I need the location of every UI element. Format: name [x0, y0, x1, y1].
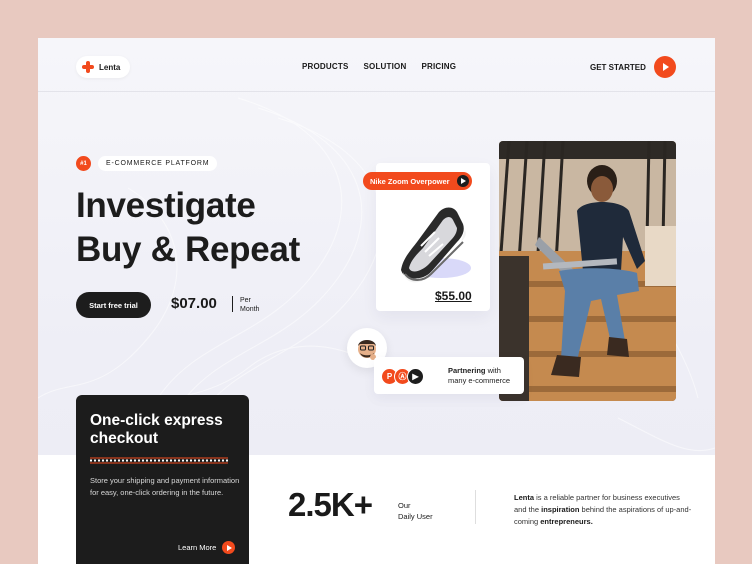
landing-page: Lenta PRODUCTS SOLUTION PRICING GET STAR… — [38, 38, 715, 564]
about-highlight-1: inspiration — [541, 505, 580, 514]
learn-more-label: Learn More — [178, 543, 217, 552]
partners-card[interactable]: P Ⓐ ▶ Partnering with many e-commerce — [374, 357, 524, 394]
hero-photo-man-with-laptop — [499, 141, 676, 401]
get-started-button[interactable]: GET STARTED — [590, 56, 676, 78]
price-period-line-2: Month — [240, 306, 260, 313]
plan-price: $07.00 — [171, 295, 217, 312]
price-period: Per Month — [240, 296, 259, 314]
partners-text: Partnering with many e-commerce — [448, 366, 510, 386]
partners-line-2: many e-commerce — [448, 376, 511, 385]
arrow-right-icon — [456, 175, 469, 187]
logo-cross-icon — [82, 61, 94, 73]
rank-badge: #1 — [76, 156, 91, 171]
hero-headline: Investigate Buy & Repeat — [76, 184, 300, 272]
price-period-line-1: Per — [240, 297, 251, 304]
stat-label-line-1: Our — [398, 501, 411, 510]
menu-item-pricing[interactable]: PRICING — [421, 62, 456, 71]
sneaker-image — [401, 207, 471, 283]
category-tag: E-COMMERCE PLATFORM — [98, 156, 218, 171]
about-text: Lenta is a reliable partner for business… — [514, 492, 694, 528]
decorative-stripe — [90, 457, 228, 464]
menu-item-products[interactable]: PRODUCTS — [302, 62, 349, 71]
menu-item-solution[interactable]: SOLUTION — [364, 62, 407, 71]
brand-name: Lenta — [99, 62, 121, 72]
headline-line-2: Buy & Repeat — [76, 230, 300, 269]
arrow-right-icon — [653, 56, 676, 78]
start-free-trial-button[interactable]: Start free trial — [76, 292, 151, 318]
partners-suffix: with — [485, 366, 501, 375]
partner-play-icon: ▶ — [407, 368, 424, 385]
about-highlight-2: entrepreneurs. — [540, 517, 593, 526]
brand-logo[interactable]: Lenta — [76, 56, 131, 78]
price-divider — [232, 296, 233, 312]
product-name: Nike Zoom Overpower — [370, 176, 450, 186]
about-brand: Lenta — [514, 493, 535, 502]
partners-title: Partnering — [448, 366, 486, 375]
product-price[interactable]: $55.00 — [435, 289, 472, 303]
headline-line-1: Investigate — [76, 186, 256, 225]
checkout-title: One-click express checkout — [90, 412, 223, 447]
main-menu: PRODUCTS SOLUTION PRICING — [302, 62, 456, 71]
checkout-description: Store your shipping and payment informat… — [90, 476, 240, 497]
product-name-tag[interactable]: Nike Zoom Overpower — [363, 172, 472, 190]
stat-label-line-2: Daily User — [398, 512, 433, 521]
checkout-card: One-click express checkout Store your sh… — [76, 395, 249, 564]
top-navbar: Lenta PRODUCTS SOLUTION PRICING GET STAR… — [38, 38, 715, 92]
section-divider — [475, 490, 476, 524]
get-started-label: GET STARTED — [590, 62, 646, 72]
daily-user-label: Our Daily User — [398, 500, 433, 522]
daily-user-stat: 2.5K+ — [288, 486, 373, 523]
arrow-right-icon — [222, 541, 236, 554]
learn-more-link[interactable]: Learn More — [178, 541, 236, 554]
photo-illustration — [499, 141, 676, 401]
